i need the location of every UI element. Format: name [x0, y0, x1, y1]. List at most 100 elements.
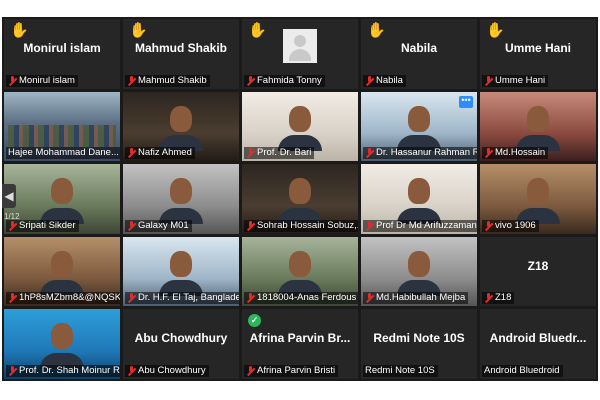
muted-mic-icon [127, 220, 136, 231]
participant-tile[interactable]: ••• Dr. Hassanur Rahman R... [361, 91, 477, 162]
participant-tile[interactable]: Galaxy M01 [123, 164, 239, 234]
participant-tile[interactable]: Md.Hossain [480, 91, 596, 162]
muted-mic-icon [365, 293, 374, 303]
muted-mic-icon [484, 75, 493, 86]
participant-face [527, 178, 549, 205]
participant-name-label: Md.Habibullah Mejba [363, 292, 469, 305]
participant-name-label: Redmi Note 10S [363, 364, 438, 377]
participant-name-text: Md.Hossain [495, 147, 546, 159]
participant-tile[interactable]: Z18 Z18 [480, 236, 596, 307]
participant-name-text: Afrina Parvin Bristi [257, 364, 336, 376]
participant-tile[interactable]: Md.Habibullah Mejba [361, 236, 477, 307]
previous-page-button[interactable]: ◀ [2, 184, 16, 208]
participant-face [170, 105, 192, 132]
participant-tile[interactable]: Dr. H.F. El Taj, Bangladesh [123, 236, 239, 307]
participant-face [289, 105, 311, 132]
participant-name-text: Umme Hani [495, 74, 546, 86]
muted-mic-icon [8, 365, 17, 376]
participant-tile[interactable]: Nabila ✋ Nabila [361, 19, 477, 89]
muted-mic-icon [8, 293, 17, 303]
raised-hand-icon: ✋ [10, 22, 29, 39]
participant-name-label: Prof. Dr. Bari [244, 147, 315, 160]
participant-tile[interactable]: Hajee Mohammad Dane... [4, 91, 120, 162]
muted-mic-icon [365, 148, 374, 158]
participant-tile[interactable]: vivo 1906 [480, 164, 596, 234]
participant-name-text: Dr. H.F. El Taj, Bangladesh [138, 292, 239, 304]
participant-name-label: Monirul islam [6, 74, 78, 87]
muted-mic-icon [8, 75, 17, 86]
participant-name-text: Mahmud Shakib [138, 74, 207, 86]
participant-name-text: Sripati Sikder [19, 219, 76, 231]
muted-mic-icon [484, 148, 493, 158]
participant-display-name: Afrina Parvin Br... [249, 331, 351, 346]
participant-name-label: 1hP8sMZbm8&@NQSK_... [6, 292, 120, 305]
participant-tile[interactable]: Nafiz Ahmed [123, 91, 239, 162]
participant-tile[interactable]: Sripati Sikder [4, 164, 120, 234]
participant-name-text: 1818004-Anas Ferdous [257, 292, 357, 304]
default-avatar-icon [283, 29, 317, 63]
muted-mic-icon [365, 75, 374, 86]
muted-mic-icon [246, 293, 255, 303]
participant-face [170, 250, 192, 277]
participant-tile[interactable]: Android Bluedr... Android Bluedroid [480, 309, 596, 379]
participant-tile[interactable]: 1hP8sMZbm8&@NQSK_... [4, 236, 120, 307]
participant-name-label: Umme Hani [482, 74, 549, 87]
participant-tile[interactable]: Redmi Note 10S Redmi Note 10S [361, 309, 477, 379]
muted-mic-icon [484, 293, 493, 303]
participant-name-text: Sohrab Hossain Sobuz,... [257, 219, 358, 231]
participant-tile[interactable]: ✋ Fahmida Tonny [242, 19, 358, 89]
participant-name-text: Nafiz Ahmed [138, 147, 192, 159]
participant-name-label: Abu Chowdhury [125, 364, 209, 377]
participant-tile[interactable]: Prof Dr Md Arifuzzaman [361, 164, 477, 234]
muted-mic-icon [8, 220, 17, 231]
check-badge-icon: ✓ [248, 314, 261, 328]
participant-tile[interactable]: Afrina Parvin Br... ✓ Afrina Parvin Bristi [242, 309, 358, 379]
raised-hand-icon: ✋ [367, 22, 386, 39]
participant-name-label: Mahmud Shakib [125, 74, 210, 87]
participant-tile[interactable]: Abu Chowdhury Abu Chowdhury [123, 309, 239, 379]
participant-name-text: Prof Dr Md Arifuzzaman [376, 219, 477, 231]
participant-face [170, 178, 192, 205]
muted-mic-icon [127, 75, 136, 86]
participant-face [51, 323, 73, 350]
participant-display-name: Umme Hani [504, 41, 572, 55]
tile-menu-icon[interactable]: ••• [459, 95, 473, 108]
participant-name-text: Prof. Dr. Shah Moinur R... [19, 364, 120, 376]
participant-face [408, 178, 430, 205]
muted-mic-icon [127, 148, 136, 158]
participant-name-text: Z18 [495, 292, 512, 304]
participant-face [527, 105, 549, 132]
muted-mic-icon [127, 293, 136, 303]
participant-name-label: Android Bluedroid [482, 364, 563, 377]
participant-name-label: Dr. H.F. El Taj, Bangladesh [125, 292, 239, 305]
participant-name-text: Redmi Note 10S [365, 364, 435, 376]
muted-mic-icon [246, 75, 255, 86]
participant-tile[interactable]: Prof. Dr. Shah Moinur R... [4, 309, 120, 379]
raised-hand-icon: ✋ [248, 22, 267, 39]
participant-name-label: Dr. Hassanur Rahman R... [363, 147, 477, 160]
participant-face [51, 178, 73, 205]
participant-display-name: Redmi Note 10S [373, 331, 465, 346]
participant-name-text: Abu Chowdhury [138, 364, 206, 376]
participant-face [408, 105, 430, 132]
participant-tile[interactable]: Monirul islam ✋ Monirul islam [4, 19, 120, 89]
participant-name-text: Android Bluedroid [484, 364, 560, 376]
participant-name-label: Sripati Sikder [6, 219, 79, 232]
participant-tile[interactable]: Prof. Dr. Bari [242, 91, 358, 162]
participant-display-name: Android Bluedr... [489, 331, 587, 346]
participant-display-name: Nabila [400, 41, 437, 55]
participant-name-label: Galaxy M01 [125, 219, 192, 232]
participant-tile[interactable]: Mahmud Shakib ✋ Mahmud Shakib [123, 19, 239, 89]
participant-name-text: Fahmida Tonny [257, 74, 322, 86]
participant-name-label: 1818004-Anas Ferdous [244, 292, 358, 305]
muted-mic-icon [246, 220, 255, 231]
participant-display-name: Abu Chowdhury [134, 331, 228, 346]
participant-tile[interactable]: Sohrab Hossain Sobuz,... [242, 164, 358, 234]
participant-tile[interactable]: Umme Hani ✋ Umme Hani [480, 19, 596, 89]
participant-face [289, 250, 311, 277]
participant-display-name: Mahmud Shakib [134, 41, 227, 55]
participant-tile[interactable]: 1818004-Anas Ferdous [242, 236, 358, 307]
participant-face [289, 178, 311, 205]
page-indicator: 1/12 [4, 212, 20, 221]
participant-name-text: Nabila [376, 74, 403, 86]
